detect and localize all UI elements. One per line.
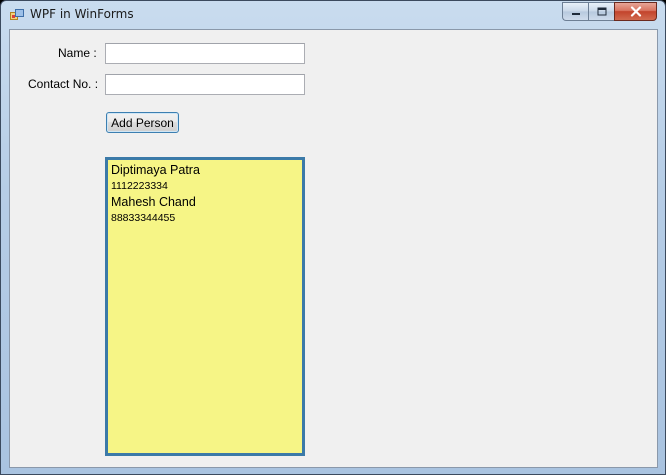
app-window-icon <box>10 9 24 20</box>
list-item: Diptimaya Patra 1112223334 <box>111 162 299 194</box>
caption-buttons <box>562 2 657 21</box>
contact-input[interactable] <box>105 74 305 95</box>
app-window: WPF in WinForms Name : Contact No.: Add… <box>0 0 666 475</box>
form-client-area: Name : Contact No. : Add Person Diptimay… <box>9 29 658 468</box>
list-item: Mahesh Chand 88833344455 <box>111 194 299 226</box>
title-bar[interactable]: WPF in WinForms <box>1 1 665 29</box>
add-person-button[interactable]: Add Person <box>106 112 179 133</box>
close-button[interactable] <box>614 2 657 21</box>
name-label: Name : <box>58 46 97 60</box>
contact-label: Contact No. : <box>28 77 99 91</box>
person-name: Diptimaya Patra <box>111 163 200 177</box>
maximize-icon <box>597 7 606 16</box>
maximize-button[interactable] <box>588 2 614 21</box>
person-contact: 88833344455 <box>111 212 176 224</box>
name-input[interactable] <box>105 43 305 64</box>
person-name: Mahesh Chand <box>111 195 196 209</box>
close-icon <box>630 6 641 17</box>
people-list-panel: Diptimaya Patra 1112223334 Mahesh Chand … <box>105 157 305 456</box>
minimize-icon <box>571 12 580 15</box>
minimize-button[interactable] <box>562 2 588 21</box>
person-contact: 1112223334 <box>111 180 168 192</box>
window-title: WPF in WinForms <box>30 7 134 21</box>
